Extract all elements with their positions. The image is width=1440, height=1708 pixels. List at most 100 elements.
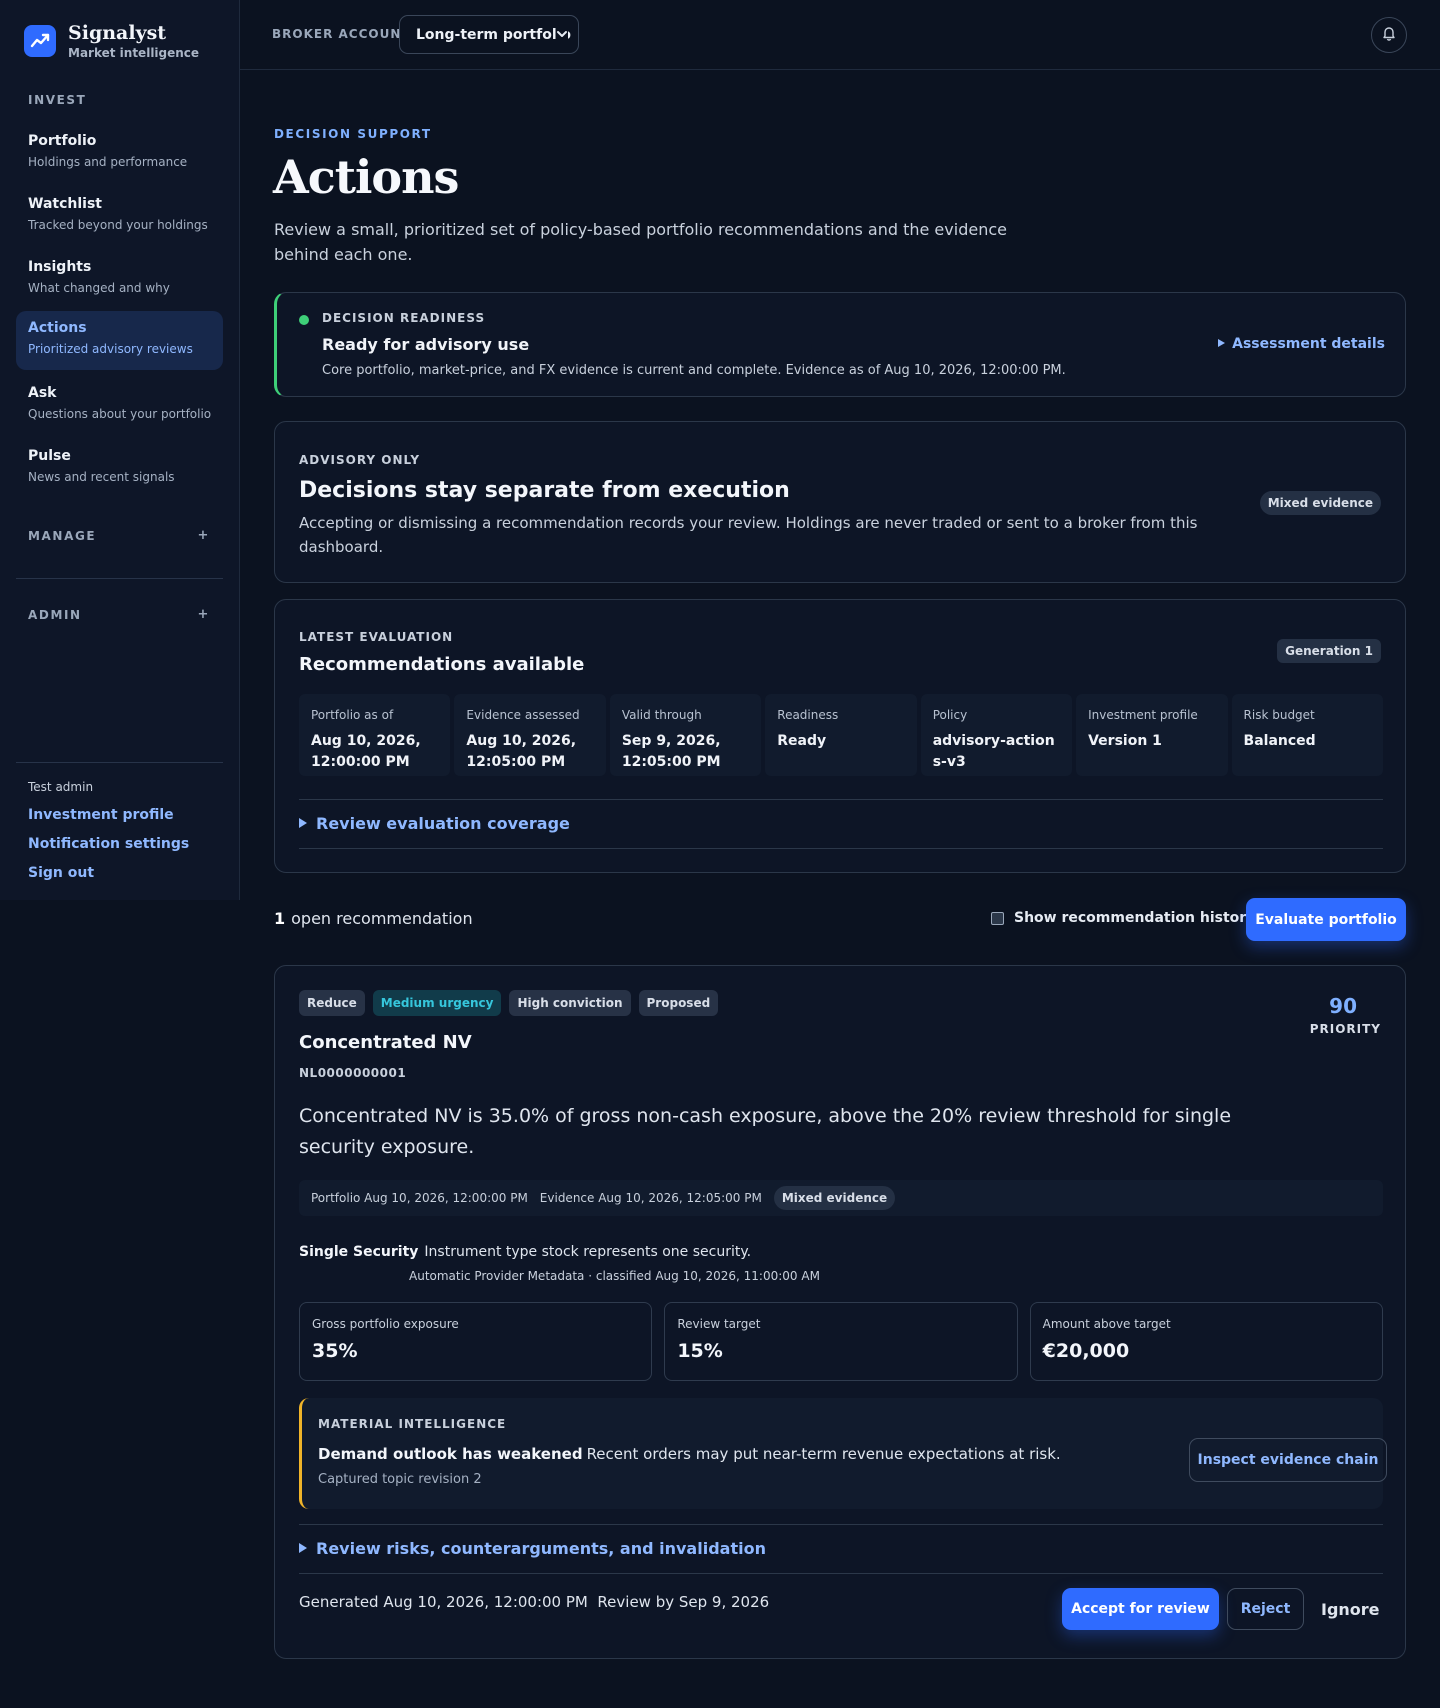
review-by-date: Review by Sep 9, 2026 <box>597 1593 770 1611</box>
evaluate-portfolio-button[interactable]: Evaluate portfolio <box>1246 898 1406 941</box>
intel-revision: Captured topic revision 2 <box>318 1472 482 1487</box>
page-title: Actions <box>273 150 459 204</box>
evaluation-coverage-toggle[interactable]: Review evaluation coverage <box>299 814 570 833</box>
latest-evaluation-card: LATEST EVALUATION Recommendations availa… <box>274 599 1406 873</box>
assessment-details-toggle[interactable]: Assessment details <box>1218 336 1385 352</box>
metric-label: Review target <box>677 1317 761 1331</box>
sidebar-item-ask[interactable]: Ask Questions about your portfolio <box>16 376 223 435</box>
metric-card: Amount above target €20,000 <box>1029 1302 1383 1381</box>
portfolio-timestamp: Portfolio Aug 10, 2026, 12:00:00 PM <box>311 1191 528 1205</box>
brand[interactable]: Signalyst Market intelligence <box>0 0 239 60</box>
classification-source: Automatic Provider Metadata · classified… <box>409 1269 820 1283</box>
evaluation-field: Policy advisory-actions-v3 <box>920 694 1073 776</box>
top-bar: BROKER ACCOUNT Long-term portfolio <box>240 0 1440 70</box>
evaluation-field: Portfolio as of Aug 10, 2026, 12:00:00 P… <box>299 694 451 776</box>
evaluation-fields: Portfolio as of Aug 10, 2026, 12:00:00 P… <box>299 694 1383 776</box>
intel-text: Demand outlook has weakened Recent orders… <box>318 1445 1061 1463</box>
evaluation-field: Evidence assessed Aug 10, 2026, 12:05:00… <box>454 694 606 776</box>
divider <box>299 1573 1383 1574</box>
field-label: Policy <box>932 708 968 722</box>
expand-icon: + <box>197 528 210 543</box>
notifications-button[interactable] <box>1371 17 1407 53</box>
advisory-only-card: ADVISORY ONLY Decisions stay separate fr… <box>274 421 1406 583</box>
evidence-timestamp: Evidence Aug 10, 2026, 12:05:00 PM <box>539 1191 762 1205</box>
count-value: 1 <box>274 909 286 928</box>
field-value: Balanced <box>1243 733 1316 749</box>
sidebar-item-insights[interactable]: Insights What changed and why <box>16 250 223 309</box>
metric-card: Gross portfolio exposure 35% <box>299 1302 653 1381</box>
evaluation-field: Investment profile Version 1 <box>1076 694 1228 776</box>
sidebar-item-watchlist[interactable]: Watchlist Tracked beyond your holdings <box>16 187 223 246</box>
show-history-toggle[interactable]: Show recommendation history <box>991 910 1255 926</box>
sidebar-item-desc: Prioritized advisory reviews <box>28 342 193 356</box>
bell-icon <box>1381 25 1397 45</box>
sidebar-item-desc: News and recent signals <box>28 470 175 484</box>
urgency-tag: Medium urgency <box>372 990 502 1016</box>
generation-badge: Generation 1 <box>1277 639 1381 663</box>
decision-readiness-card: DECISION READINESS Ready for advisory us… <box>274 292 1406 397</box>
readiness-description: Core portfolio, market-price, and FX evi… <box>322 363 1066 378</box>
evaluation-title: Recommendations available <box>299 654 585 675</box>
count-label: open recommendation <box>291 909 473 928</box>
risks-toggle[interactable]: Review risks, counterarguments, and inva… <box>299 1539 766 1558</box>
sidebar-item-pulse[interactable]: Pulse News and recent signals <box>16 439 223 498</box>
metric-label: Amount above target <box>1042 1317 1171 1331</box>
readiness-eyebrow: DECISION READINESS <box>322 311 486 325</box>
recommendation-card: Reduce Medium urgency High conviction Pr… <box>274 965 1406 1659</box>
page-description: Review a small, prioritized set of polic… <box>274 220 1007 264</box>
status-tag: Proposed <box>638 990 719 1016</box>
sidebar: Signalyst Market intelligence INVEST Por… <box>0 0 240 900</box>
priority-score: 90 <box>1329 994 1357 1018</box>
recommendation-dates: Generated Aug 10, 2026, 12:00:00 PM Revi… <box>299 1593 769 1611</box>
page-eyebrow: DECISION SUPPORT <box>274 127 432 141</box>
field-label: Portfolio as of <box>311 708 394 722</box>
metric-value: 35% <box>312 1340 358 1362</box>
accept-for-review-button[interactable]: Accept for review <box>1062 1588 1219 1630</box>
field-value: advisory-actions-v3 <box>932 733 1055 770</box>
nav-section-label: ADMIN <box>28 608 82 622</box>
intel-headline: Demand outlook has weakened <box>318 1445 583 1463</box>
evaluation-field: Risk budget Balanced <box>1231 694 1383 776</box>
open-recommendation-count: 1 open recommendation <box>274 909 473 928</box>
chevron-down-icon <box>556 28 568 44</box>
broker-account-label: BROKER ACCOUNT <box>272 27 411 41</box>
divider <box>299 799 1383 800</box>
sidebar-item-actions[interactable]: Actions Prioritized advisory reviews <box>16 311 223 370</box>
nav-section-manage[interactable]: MANAGE + <box>0 528 240 543</box>
disclosure-triangle-icon <box>299 1543 307 1553</box>
trend-chart-icon <box>24 25 56 57</box>
history-label: Show recommendation history <box>1014 910 1256 926</box>
nav-section-admin[interactable]: ADMIN + <box>0 607 240 622</box>
broker-account-select[interactable]: Long-term portfolio <box>399 15 579 54</box>
evaluation-field: Readiness Ready <box>765 694 917 776</box>
evaluation-eyebrow: LATEST EVALUATION <box>299 630 454 644</box>
user-name: Test admin <box>28 780 94 794</box>
divider <box>16 762 223 763</box>
metric-label: Gross portfolio exposure <box>312 1317 459 1331</box>
reject-button[interactable]: Reject <box>1227 1588 1304 1630</box>
field-label: Risk budget <box>1243 708 1315 722</box>
expand-icon: + <box>197 607 210 622</box>
recommendation-tags: Reduce Medium urgency High conviction Pr… <box>299 990 719 1016</box>
recommendation-title: Concentrated NV <box>299 1032 472 1053</box>
inspect-evidence-button[interactable]: Inspect evidence chain <box>1189 1438 1387 1482</box>
intel-eyebrow: MATERIAL INTELLIGENCE <box>318 1417 507 1431</box>
disclosure-triangle-icon <box>1218 339 1226 347</box>
history-checkbox[interactable] <box>991 911 1004 925</box>
advisory-title: Decisions stay separate from execution <box>299 478 790 503</box>
coverage-label: Review evaluation coverage <box>316 814 570 833</box>
notification-settings-link[interactable]: Notification settings <box>28 836 189 852</box>
field-value: Aug 10, 2026, 12:00:00 PM <box>311 733 421 770</box>
advisory-description: Accepting or dismissing a recommendation… <box>299 514 1198 556</box>
sidebar-item-portfolio[interactable]: Portfolio Holdings and performance <box>16 124 223 183</box>
readiness-title: Ready for advisory use <box>322 335 530 354</box>
sign-out-link[interactable]: Sign out <box>28 865 94 881</box>
intel-body: Recent orders may put near-term revenue … <box>586 1445 1061 1463</box>
security-isin: NL0000000001 <box>299 1066 407 1080</box>
field-value: Ready <box>777 733 827 749</box>
ignore-button[interactable]: Ignore <box>1321 1600 1380 1619</box>
investment-profile-link[interactable]: Investment profile <box>28 807 174 823</box>
field-value: Version 1 <box>1088 733 1162 749</box>
evidence-meta: Portfolio Aug 10, 2026, 12:00:00 PM Evid… <box>299 1180 1383 1216</box>
sidebar-item-desc: Questions about your portfolio <box>28 407 212 421</box>
